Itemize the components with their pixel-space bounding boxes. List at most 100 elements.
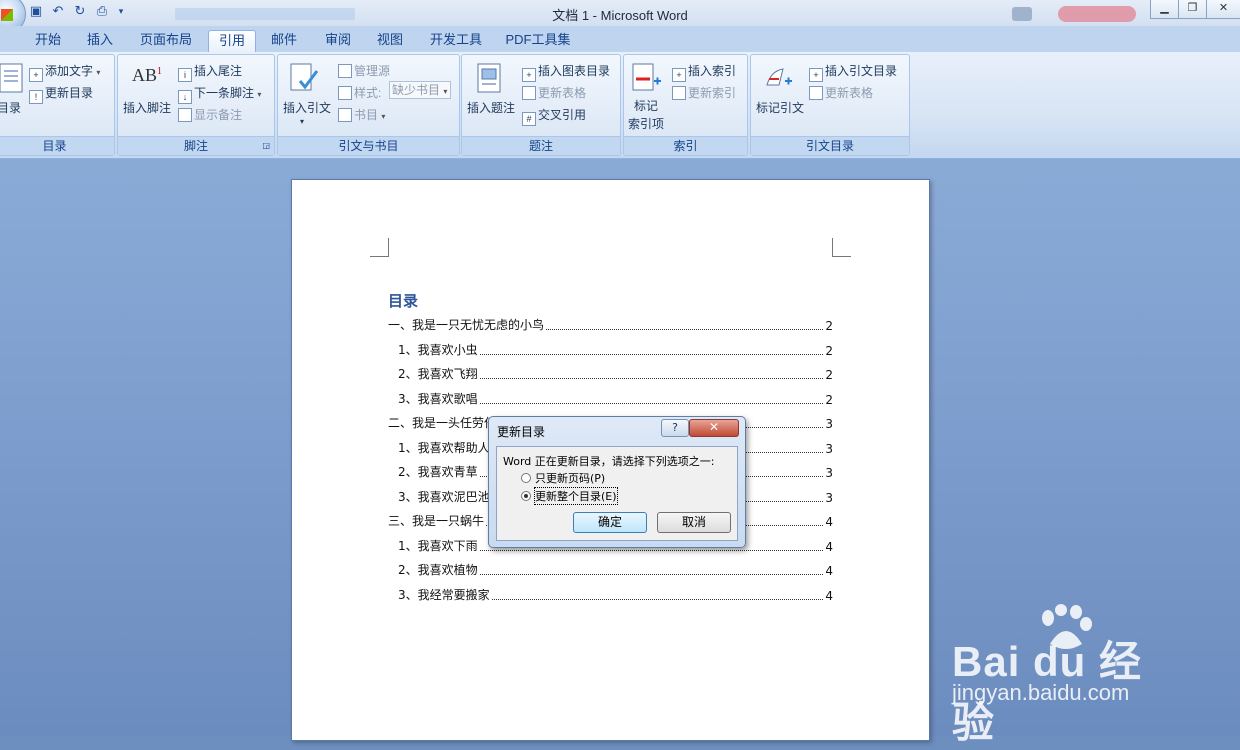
- update-index-button[interactable]: 更新索引: [672, 84, 736, 101]
- update-toa-button[interactable]: 更新表格: [809, 84, 873, 101]
- tab-review[interactable]: 审阅: [318, 30, 358, 52]
- toc-entry-page: 2: [825, 392, 833, 407]
- group-authorities: 标记引文 + 插入引文目录 更新表格 引文目录: [750, 54, 910, 156]
- cross-reference-button[interactable]: # 交叉引用: [522, 106, 586, 126]
- group-citations: 插入引文 ▾ 管理源 样式: 缺少书目 ▾ 书目 ▾ 引文与书目: [277, 54, 460, 156]
- update-toc-button[interactable]: ! 更新目录: [29, 84, 93, 104]
- group-label-citations: 引文与书目: [278, 136, 459, 155]
- toc-leader-dots: [479, 574, 824, 575]
- insert-citation-icon: [290, 63, 319, 91]
- show-notes-button[interactable]: 显示备注: [178, 106, 242, 123]
- dialog-launcher-icon[interactable]: ◲: [262, 137, 270, 155]
- toc-entry[interactable]: 一、我是一只无忧无虑的小鸟 2: [388, 316, 833, 333]
- toc-entry[interactable]: 2、我喜欢飞翔 2: [398, 365, 833, 382]
- toc-entry-text: 1、我喜欢小虫: [398, 340, 478, 358]
- style-select[interactable]: 缺少书目 ▾: [389, 81, 451, 99]
- toc-entry-page: 3: [825, 466, 833, 480]
- toc-button[interactable]: 目录: [0, 99, 21, 116]
- restore-button[interactable]: ❐: [1178, 0, 1207, 19]
- toc-entry-text: 一、我是一只无忧无虑的小鸟: [388, 316, 545, 333]
- insert-footnote-icon: AB1: [132, 65, 163, 85]
- toc-entry-text: 三、我是一只蜗牛: [388, 512, 485, 529]
- toc-entry[interactable]: 2、我喜欢植物 4: [398, 561, 833, 578]
- insert-citation-button[interactable]: 插入引文: [283, 99, 331, 116]
- tab-home[interactable]: 开始: [28, 30, 68, 52]
- radio-update-page-numbers[interactable]: 只更新页码(P): [521, 470, 605, 486]
- toc-entry-page: 4: [825, 539, 833, 554]
- group-label-authorities: 引文目录: [751, 136, 909, 155]
- tab-developer[interactable]: 开发工具: [424, 30, 488, 52]
- toc-leader-dots: [479, 549, 824, 551]
- add-text-button[interactable]: + 添加文字 ▾: [29, 62, 100, 82]
- toc-entry[interactable]: 1、我喜欢小虫 2: [398, 340, 833, 358]
- insert-toa-button[interactable]: + 插入引文目录: [809, 62, 897, 82]
- dialog-title: 更新目录: [497, 425, 546, 439]
- toc-leader-dots: [479, 402, 824, 404]
- tab-view[interactable]: 视图: [370, 30, 410, 52]
- insert-toa-icon: +: [809, 68, 823, 82]
- table-of-figures-icon: +: [522, 68, 536, 82]
- update-toc-icon: !: [29, 90, 43, 104]
- title-bar: ▣ ↶ ↻ ⎙ ▾ 文档 1 - Microsoft Word ▁ ❐ ✕: [0, 0, 1240, 34]
- toc-entry-text: 二、我是一头任劳任: [388, 414, 497, 431]
- mark-entry-label-1[interactable]: 标记: [634, 97, 658, 114]
- tab-insert[interactable]: 插入: [80, 30, 120, 52]
- update-toc-dialog: 更新目录 ? ✕ Word 正在更新目录，请选择下列选项之一: 只更新页码(P)…: [488, 416, 746, 548]
- close-dialog-button[interactable]: ✕: [689, 419, 739, 437]
- mark-citation-icon: [766, 68, 792, 86]
- insert-index-button[interactable]: + 插入索引: [672, 62, 736, 82]
- tab-references[interactable]: 引用: [208, 30, 256, 53]
- tab-mailings[interactable]: 邮件: [264, 30, 304, 52]
- baidu-watermark: Bai du 经验 jingyan.baidu.com: [950, 600, 1180, 746]
- close-window-button[interactable]: ✕: [1206, 0, 1240, 19]
- insert-index-icon: +: [672, 68, 686, 82]
- group-label-index: 索引: [624, 136, 747, 155]
- ribbon-tabs: 开始 插入 页面布局 引用 邮件 审阅 视图 开发工具 PDF工具集: [0, 26, 1240, 53]
- bibliography-button[interactable]: 书目 ▾: [338, 106, 385, 123]
- toc-entry[interactable]: 3、我经常要搬家 4: [398, 585, 833, 603]
- radio-unselected-icon: [521, 473, 531, 483]
- insert-citation-dropdown-icon[interactable]: ▾: [300, 117, 304, 126]
- group-toc: 目录 + 添加文字 ▾ ! 更新目录 目录: [0, 54, 115, 156]
- minimize-button[interactable]: ▁: [1150, 0, 1179, 19]
- group-captions: 插入题注 + 插入图表目录 更新表格 # 交叉引用 题注: [461, 54, 621, 156]
- style-icon: [338, 86, 352, 100]
- update-table-button[interactable]: 更新表格: [522, 84, 586, 101]
- show-notes-icon: [178, 108, 192, 122]
- toc-leader-dots: [546, 329, 824, 330]
- toc-icon: [0, 63, 23, 93]
- tab-pdf-tools[interactable]: PDF工具集: [500, 30, 576, 52]
- group-label-captions: 题注: [462, 136, 620, 155]
- cancel-button[interactable]: 取消: [657, 512, 731, 533]
- toc-entry[interactable]: 3、我喜欢歌唱 2: [398, 389, 833, 407]
- manage-sources-button[interactable]: 管理源: [338, 62, 390, 79]
- update-index-icon: [672, 86, 686, 100]
- group-label-footnotes: 脚注 ◲: [118, 136, 274, 155]
- insert-caption-icon: [477, 63, 501, 93]
- window-title: 文档 1 - Microsoft Word: [552, 8, 688, 23]
- toc-entry-page: 4: [825, 515, 833, 529]
- toc-entry-page: 3: [825, 490, 833, 505]
- insert-caption-button[interactable]: 插入题注: [467, 99, 515, 116]
- update-toa-icon: [809, 86, 823, 100]
- help-button[interactable]: ?: [661, 419, 689, 437]
- toc-entry-page: 3: [825, 417, 833, 431]
- mark-citation-button[interactable]: 标记引文: [756, 99, 804, 116]
- insert-table-of-figures-button[interactable]: + 插入图表目录: [522, 62, 610, 82]
- toc-entry-text: 3、我经常要搬家: [398, 585, 490, 603]
- group-label-toc: 目录: [0, 136, 114, 155]
- next-footnote-button[interactable]: ↓ 下一条脚注 ▾: [178, 84, 261, 104]
- ok-button[interactable]: 确定: [573, 512, 647, 533]
- toc-entry-page: 2: [825, 319, 833, 333]
- tab-page-layout[interactable]: 页面布局: [134, 30, 198, 52]
- mark-entry-label-2[interactable]: 索引项: [628, 115, 664, 132]
- dialog-body: Word 正在更新目录，请选择下列选项之一: 只更新页码(P) 更新整个目录(E…: [496, 446, 738, 541]
- bibliography-icon: [338, 108, 352, 122]
- update-table-icon: [522, 86, 536, 100]
- crop-mark: [832, 238, 851, 257]
- endnote-icon: i: [178, 68, 192, 82]
- toc-entry-page: 2: [825, 343, 833, 358]
- insert-endnote-button[interactable]: i 插入尾注: [178, 62, 242, 82]
- insert-footnote-button[interactable]: 插入脚注: [123, 99, 171, 116]
- radio-update-entire-table[interactable]: 更新整个目录(E): [521, 487, 618, 505]
